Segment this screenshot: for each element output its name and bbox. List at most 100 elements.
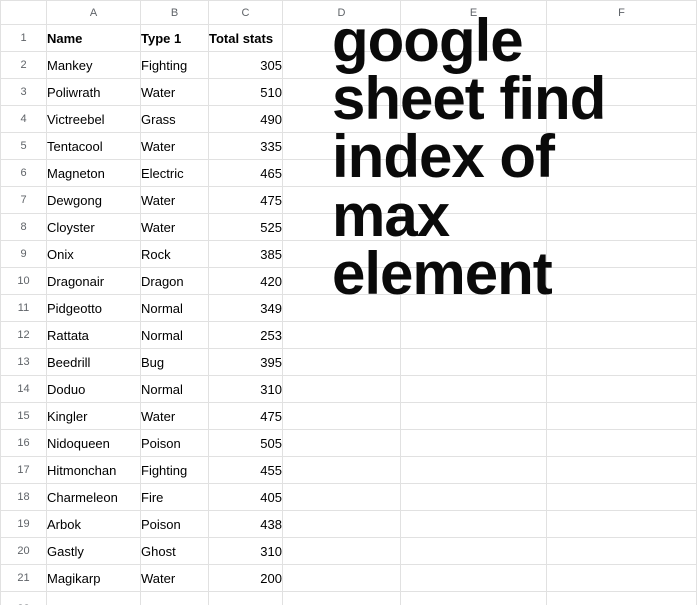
- cell[interactable]: Poliwrath: [47, 79, 141, 106]
- cell[interactable]: [401, 376, 547, 403]
- cell[interactable]: Doduo: [47, 376, 141, 403]
- row-header[interactable]: 19: [1, 511, 47, 538]
- cell[interactable]: Water: [141, 133, 209, 160]
- cell[interactable]: [283, 430, 401, 457]
- cell[interactable]: [283, 187, 401, 214]
- cell[interactable]: Normal: [141, 295, 209, 322]
- select-all-corner[interactable]: [1, 1, 47, 25]
- cell[interactable]: [283, 241, 401, 268]
- cell[interactable]: Poison: [141, 430, 209, 457]
- cell[interactable]: [283, 484, 401, 511]
- cell[interactable]: [401, 511, 547, 538]
- col-header-F[interactable]: F: [547, 1, 697, 25]
- cell[interactable]: Fire: [141, 484, 209, 511]
- cell[interactable]: [547, 79, 697, 106]
- cell[interactable]: 395: [209, 349, 283, 376]
- cell[interactable]: [283, 295, 401, 322]
- cell[interactable]: [283, 511, 401, 538]
- cell[interactable]: Cloyster: [47, 214, 141, 241]
- row-header[interactable]: 2: [1, 52, 47, 79]
- cell[interactable]: [283, 538, 401, 565]
- cell[interactable]: Rock: [141, 241, 209, 268]
- cell[interactable]: Water: [141, 403, 209, 430]
- cell[interactable]: [283, 376, 401, 403]
- row-header[interactable]: 12: [1, 322, 47, 349]
- cell[interactable]: 200: [209, 565, 283, 592]
- cell[interactable]: [547, 295, 697, 322]
- row-header[interactable]: 22: [1, 592, 47, 605]
- cell[interactable]: Victreebel: [47, 106, 141, 133]
- row-header[interactable]: 17: [1, 457, 47, 484]
- cell[interactable]: [401, 214, 547, 241]
- cell[interactable]: Gastly: [47, 538, 141, 565]
- cell-A1[interactable]: Name: [47, 25, 141, 52]
- cell[interactable]: [401, 457, 547, 484]
- cell[interactable]: Normal: [141, 322, 209, 349]
- cell[interactable]: [141, 592, 209, 605]
- cell[interactable]: [547, 241, 697, 268]
- cell[interactable]: Fighting: [141, 52, 209, 79]
- cell[interactable]: Water: [141, 214, 209, 241]
- cell[interactable]: Water: [141, 565, 209, 592]
- col-header-D[interactable]: D: [283, 1, 401, 25]
- row-header[interactable]: 13: [1, 349, 47, 376]
- cell[interactable]: Magneton: [47, 160, 141, 187]
- cell[interactable]: 310: [209, 538, 283, 565]
- row-header[interactable]: 4: [1, 106, 47, 133]
- cell[interactable]: [547, 403, 697, 430]
- cell[interactable]: 335: [209, 133, 283, 160]
- row-header[interactable]: 6: [1, 160, 47, 187]
- row-header[interactable]: 7: [1, 187, 47, 214]
- cell[interactable]: 253: [209, 322, 283, 349]
- cell[interactable]: [547, 538, 697, 565]
- cell[interactable]: [401, 538, 547, 565]
- cell[interactable]: Ghost: [141, 538, 209, 565]
- cell[interactable]: Beedrill: [47, 349, 141, 376]
- row-header[interactable]: 9: [1, 241, 47, 268]
- cell[interactable]: Tentacool: [47, 133, 141, 160]
- cell[interactable]: [401, 79, 547, 106]
- cell-F1[interactable]: [547, 25, 697, 52]
- cell[interactable]: [401, 295, 547, 322]
- cell[interactable]: [547, 322, 697, 349]
- cell[interactable]: [547, 565, 697, 592]
- cell[interactable]: [401, 430, 547, 457]
- spreadsheet-grid[interactable]: A B C D E F 1 Name Type 1 Total stats 2M…: [0, 0, 697, 605]
- cell[interactable]: Fighting: [141, 457, 209, 484]
- cell[interactable]: [547, 52, 697, 79]
- cell[interactable]: [401, 187, 547, 214]
- cell[interactable]: 510: [209, 79, 283, 106]
- cell[interactable]: 349: [209, 295, 283, 322]
- cell[interactable]: [401, 322, 547, 349]
- cell[interactable]: [283, 565, 401, 592]
- cell[interactable]: [401, 349, 547, 376]
- cell[interactable]: [401, 592, 547, 605]
- cell[interactable]: [47, 592, 141, 605]
- cell[interactable]: [283, 268, 401, 295]
- row-header[interactable]: 16: [1, 430, 47, 457]
- cell[interactable]: Dragonair: [47, 268, 141, 295]
- cell[interactable]: 490: [209, 106, 283, 133]
- col-header-A[interactable]: A: [47, 1, 141, 25]
- cell[interactable]: [547, 430, 697, 457]
- cell[interactable]: [401, 133, 547, 160]
- cell[interactable]: [209, 592, 283, 605]
- row-header[interactable]: 5: [1, 133, 47, 160]
- cell[interactable]: Nidoqueen: [47, 430, 141, 457]
- cell[interactable]: [283, 106, 401, 133]
- cell[interactable]: Water: [141, 187, 209, 214]
- row-header[interactable]: 8: [1, 214, 47, 241]
- cell[interactable]: [547, 268, 697, 295]
- cell[interactable]: [283, 79, 401, 106]
- cell[interactable]: [547, 160, 697, 187]
- cell[interactable]: Hitmonchan: [47, 457, 141, 484]
- cell[interactable]: [547, 376, 697, 403]
- cell[interactable]: 385: [209, 241, 283, 268]
- cell[interactable]: [283, 133, 401, 160]
- cell[interactable]: [547, 457, 697, 484]
- cell[interactable]: [283, 403, 401, 430]
- cell-C1[interactable]: Total stats: [209, 25, 283, 52]
- row-header[interactable]: 20: [1, 538, 47, 565]
- cell[interactable]: Arbok: [47, 511, 141, 538]
- cell[interactable]: Water: [141, 79, 209, 106]
